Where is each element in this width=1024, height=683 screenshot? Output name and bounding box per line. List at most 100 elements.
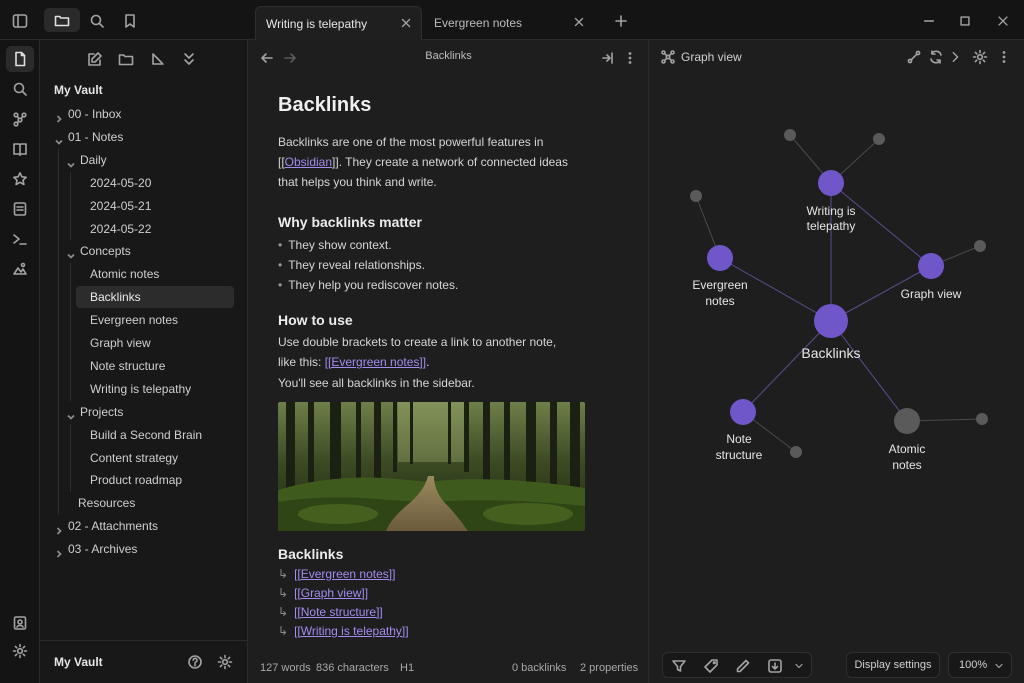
- display-settings-button[interactable]: Display settings: [846, 652, 940, 678]
- graph-node-orphan: [690, 190, 702, 202]
- tree-item-label: Content strategy: [90, 450, 179, 465]
- tree-item-label: Build a Second Brain: [90, 427, 203, 442]
- close-icon[interactable]: [572, 15, 586, 29]
- chevron-down-icon[interactable]: [66, 246, 76, 260]
- reading-mode-icon[interactable]: [598, 49, 616, 67]
- new-folder-icon[interactable]: [117, 50, 135, 68]
- search-icon[interactable]: [6, 76, 34, 102]
- zoom-select[interactable]: 100%: [948, 652, 1012, 678]
- graph-label: telepathy: [807, 219, 856, 233]
- backlink-item[interactable]: ↳ [[Writing is telepathy]]: [278, 624, 409, 638]
- tree-item[interactable]: 2024-05-21: [40, 195, 248, 217]
- vault-name[interactable]: My Vault: [54, 655, 103, 669]
- tree-item[interactable]: 02 - Attachments: [40, 515, 248, 537]
- bookmark-icon[interactable]: [120, 11, 140, 31]
- sort-icon[interactable]: [149, 50, 167, 68]
- terminal-icon[interactable]: [6, 226, 34, 252]
- search-icon[interactable]: [87, 11, 107, 31]
- heading-backlinks: Backlinks: [278, 546, 344, 562]
- insert-icon[interactable]: [767, 658, 783, 674]
- tree-item-label: 01 - Notes: [68, 129, 124, 144]
- vault-switch-icon[interactable]: [6, 610, 34, 636]
- tree-item[interactable]: Daily: [40, 149, 248, 171]
- tree-item[interactable]: Evergreen notes: [40, 309, 248, 331]
- collapse-all-icon[interactable]: [180, 50, 198, 68]
- tree-item[interactable]: 00 - Inbox: [40, 103, 248, 125]
- graph-icon[interactable]: [6, 106, 34, 132]
- folder-icon[interactable]: [44, 8, 80, 32]
- tree-item[interactable]: Backlinks: [76, 286, 234, 309]
- chevron-down-icon[interactable]: [66, 407, 76, 420]
- backlink-arrow: ↳: [278, 624, 289, 638]
- tree-item[interactable]: Atomic notes: [40, 263, 248, 285]
- window-close-icon[interactable]: [994, 12, 1012, 30]
- obsidian-link[interactable]: Obsidian: [285, 155, 332, 169]
- chevron-right-icon[interactable]: [54, 544, 64, 558]
- star-icon[interactable]: [6, 166, 34, 192]
- tab-writing-is-telepathy[interactable]: Writing is telepathy: [255, 6, 422, 40]
- tab-evergreen-notes[interactable]: Evergreen notes: [424, 6, 594, 40]
- tree-item[interactable]: 01 - Notes: [40, 126, 248, 148]
- zoom-level: 100%: [959, 659, 988, 671]
- chevron-right-icon[interactable]: [54, 521, 64, 535]
- chevron-down-icon[interactable]: [793, 660, 805, 672]
- chevron-right-icon[interactable]: [54, 109, 64, 123]
- backlink-link[interactable]: [[Writing is telepathy]]: [294, 624, 409, 638]
- tree-item-label: 00 - Inbox: [68, 107, 122, 121]
- chevron-down-icon[interactable]: [54, 132, 64, 145]
- files-icon[interactable]: [6, 46, 34, 72]
- backlink-item[interactable]: ↳ [[Evergreen notes]]: [278, 567, 395, 581]
- more-options-icon[interactable]: [621, 49, 639, 67]
- tree-item[interactable]: Projects: [40, 401, 248, 423]
- tree-item[interactable]: Note structure: [40, 355, 248, 377]
- chevron-down-icon[interactable]: [66, 155, 76, 168]
- tree-item-label: Projects: [80, 404, 124, 419]
- backlink-arrow: ↳: [278, 586, 289, 600]
- book-icon[interactable]: [6, 136, 34, 162]
- graph-node-orphan: [873, 133, 885, 145]
- tree-item[interactable]: 2024-05-22: [40, 218, 248, 240]
- settings-gear-icon[interactable]: [6, 638, 34, 664]
- heading-level: H1: [400, 662, 415, 674]
- maximize-icon[interactable]: [956, 12, 974, 30]
- tree-item[interactable]: Writing is telepathy: [40, 378, 248, 400]
- sidebar-toggle-icon[interactable]: [10, 11, 30, 31]
- tree-item[interactable]: Graph view: [40, 332, 248, 354]
- backlink-link[interactable]: [[Evergreen notes]]: [294, 567, 395, 581]
- property-count[interactable]: 2 properties: [580, 662, 638, 674]
- graph-canvas[interactable]: Writing is telepathy Evergreen notes Gra…: [650, 40, 1024, 683]
- canvas-icon[interactable]: [6, 256, 34, 282]
- settings-gear-icon[interactable]: [216, 653, 234, 671]
- file-explorer: My Vault 00 - Inbox 01 - Notes Daily 2024-0…: [40, 40, 248, 683]
- how-line: You'll see all backlinks in the sidebar.: [278, 376, 475, 390]
- new-tab-plus-icon[interactable]: [611, 11, 631, 31]
- backlink-link[interactable]: [[Graph view]]: [294, 586, 368, 600]
- pencil-icon[interactable]: [735, 658, 751, 674]
- tree-item[interactable]: 03 - Archives: [40, 538, 248, 560]
- tree-item[interactable]: Content strategy: [40, 447, 248, 469]
- minimize-icon[interactable]: [920, 12, 938, 30]
- help-icon[interactable]: [186, 653, 204, 671]
- tab-label: Evergreen notes: [434, 16, 523, 30]
- backlink-item[interactable]: ↳ [[Note structure]]: [278, 605, 383, 619]
- tag-icon[interactable]: [703, 658, 719, 674]
- backlink-item[interactable]: ↳ [[Graph view]]: [278, 586, 368, 600]
- close-icon[interactable]: [399, 16, 413, 30]
- filter-icon[interactable]: [671, 658, 687, 674]
- tree-item[interactable]: 2024-05-20: [40, 172, 248, 194]
- tab-label: Writing is telepathy: [266, 16, 368, 31]
- evergreen-notes-link[interactable]: [[Evergreen notes]]: [325, 355, 426, 369]
- tree-item-label: Evergreen notes: [90, 313, 179, 328]
- tree-item[interactable]: Build a Second Brain: [40, 424, 248, 446]
- graph-label: Writing is: [806, 204, 855, 218]
- tree-item[interactable]: Product roadmap: [40, 469, 248, 491]
- tree-item[interactable]: Resources: [40, 492, 248, 514]
- editor-pane: Backlinks Backlinks Backlinks are one of…: [248, 40, 649, 683]
- backlink-count[interactable]: 0 backlinks: [512, 662, 566, 674]
- backlink-arrow: ↳: [278, 605, 289, 619]
- note-list-icon[interactable]: [6, 196, 34, 222]
- new-note-icon[interactable]: [86, 50, 104, 68]
- backlink-link[interactable]: [[Note structure]]: [294, 605, 383, 619]
- tree-item-label: 2024-05-21: [90, 198, 152, 213]
- tree-item[interactable]: Concepts: [40, 240, 248, 262]
